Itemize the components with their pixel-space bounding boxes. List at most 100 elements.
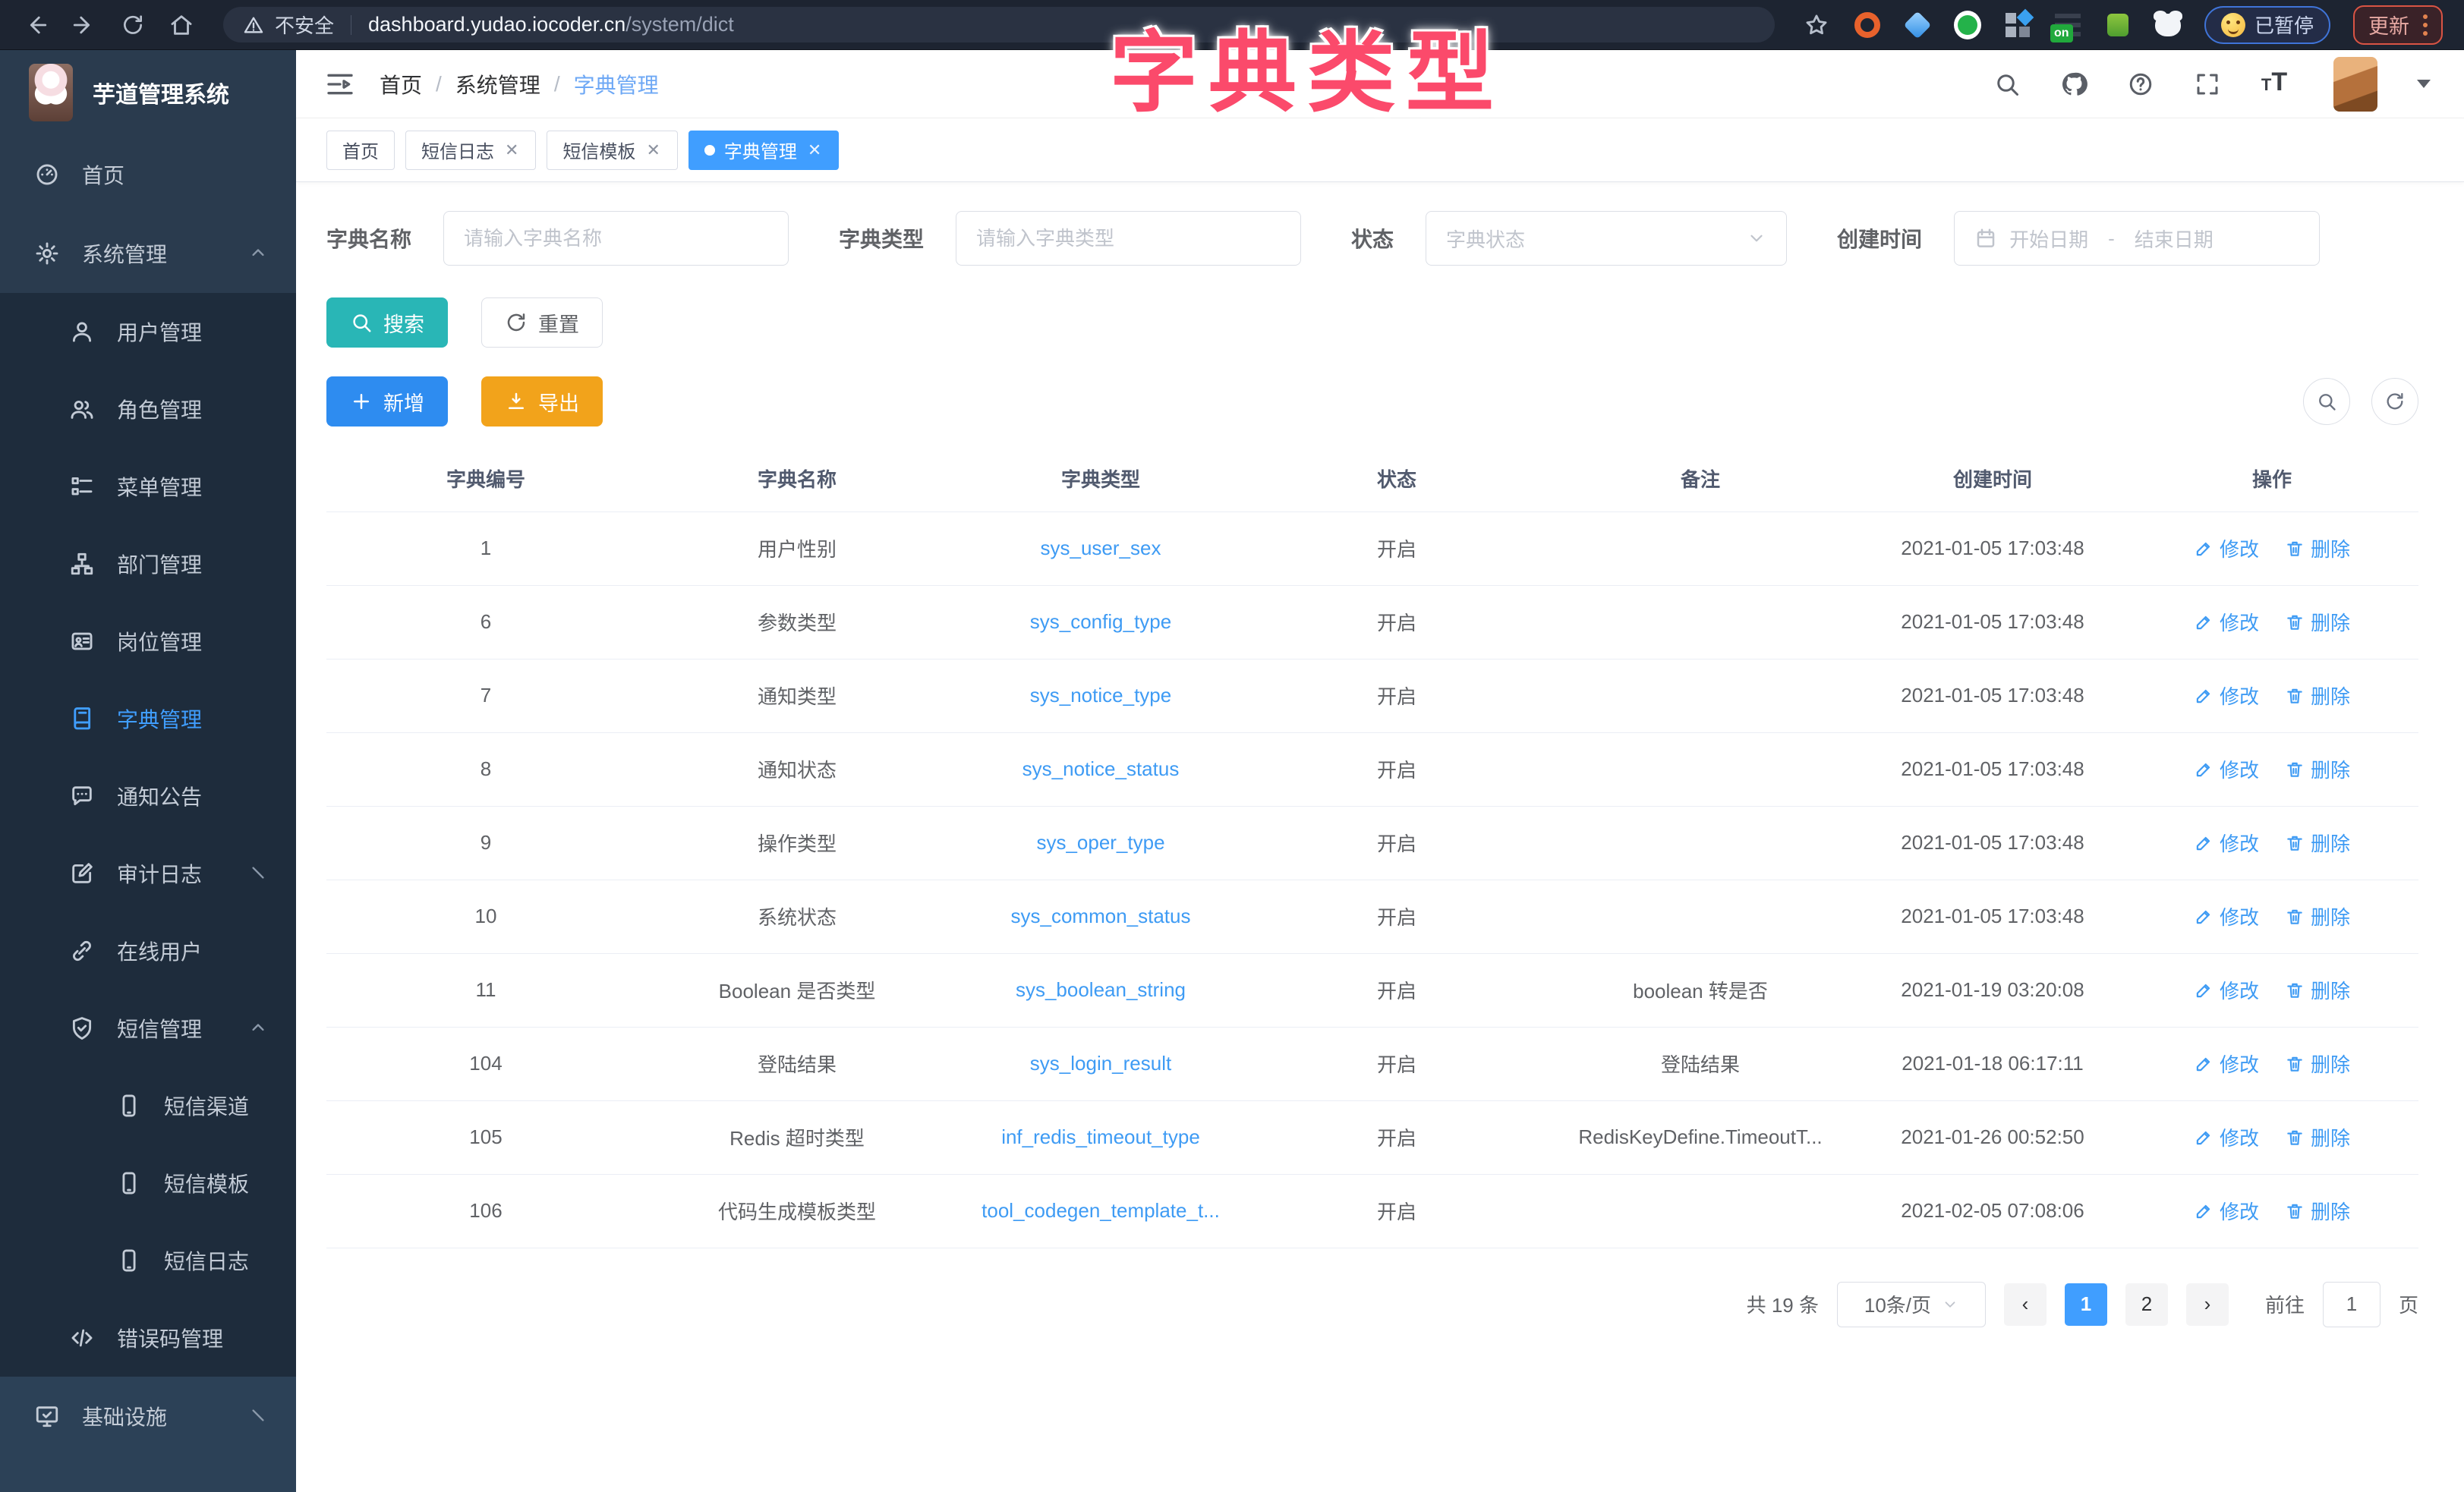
prev-page-button[interactable]: ‹ xyxy=(2004,1283,2047,1326)
cell-type-link[interactable]: sys_notice_type xyxy=(949,659,1252,732)
close-tab-icon[interactable]: ✕ xyxy=(806,140,823,160)
edit-link[interactable]: 修改 xyxy=(2194,1197,2259,1225)
sidebar-item-15[interactable]: 错误码管理 xyxy=(0,1299,296,1377)
extension-gem-icon[interactable] xyxy=(1904,11,1931,39)
extension-on-badge-icon[interactable]: on xyxy=(2054,11,2081,39)
edit-link[interactable]: 修改 xyxy=(2194,902,2259,930)
sidebar-item-13[interactable]: 短信模板 xyxy=(0,1144,296,1222)
github-icon[interactable] xyxy=(2057,68,2091,101)
cell-type-link[interactable]: inf_redis_timeout_type xyxy=(949,1100,1252,1174)
dict-type-input[interactable] xyxy=(956,211,1301,266)
cell-type-link[interactable]: sys_config_type xyxy=(949,585,1252,659)
sidebar-item-1[interactable]: 系统管理 xyxy=(0,214,296,293)
cell-type-link[interactable]: sys_common_status xyxy=(949,880,1252,953)
extension-grid-icon[interactable] xyxy=(2004,11,2031,39)
sidebar-item-3[interactable]: 角色管理 xyxy=(0,370,296,448)
dict-name-input[interactable] xyxy=(443,211,789,266)
delete-link[interactable]: 删除 xyxy=(2285,976,2350,1004)
forward-icon[interactable] xyxy=(70,11,99,39)
next-page-button[interactable]: › xyxy=(2186,1283,2229,1326)
sidebar-item-4[interactable]: 菜单管理 xyxy=(0,448,296,525)
reload-icon[interactable] xyxy=(118,11,147,39)
sidebar-item-9[interactable]: 审计日志 xyxy=(0,835,296,912)
table-row[interactable]: 8 通知状态 sys_notice_status 开启 2021-01-05 1… xyxy=(326,732,2418,806)
edit-link[interactable]: 修改 xyxy=(2194,829,2259,857)
delete-link[interactable]: 删除 xyxy=(2285,755,2350,783)
page-size-select[interactable]: 10条/页 xyxy=(1837,1282,1986,1327)
cell-type-link[interactable]: sys_user_sex xyxy=(949,511,1252,585)
extension-green-circle-icon[interactable] xyxy=(1954,11,1981,39)
table-row[interactable]: 7 通知类型 sys_notice_type 开启 2021-01-05 17:… xyxy=(326,659,2418,732)
delete-link[interactable]: 删除 xyxy=(2285,902,2350,930)
browser-menu-icon[interactable] xyxy=(2423,14,2428,36)
sidebar-item-10[interactable]: 在线用户 xyxy=(0,912,296,990)
address-bar[interactable]: 不安全 dashboard.yudao.iocoder.cn/system/di… xyxy=(223,7,1775,42)
sidebar-item-2[interactable]: 用户管理 xyxy=(0,293,296,370)
table-row[interactable]: 104 登陆结果 sys_login_result 开启 登陆结果 2021-0… xyxy=(326,1027,2418,1100)
tag-tab-0[interactable]: 首页 xyxy=(326,131,395,170)
delete-link[interactable]: 删除 xyxy=(2285,1197,2350,1225)
extension-paw-icon[interactable] xyxy=(2154,11,2182,39)
goto-page-input[interactable] xyxy=(2323,1282,2381,1327)
sidebar-item-16[interactable]: 基础设施 xyxy=(0,1377,296,1456)
extension-target-icon[interactable] xyxy=(1854,11,1881,39)
delete-link[interactable]: 删除 xyxy=(2285,681,2350,710)
status-select[interactable]: 字典状态 xyxy=(1426,211,1787,266)
cell-type-link[interactable]: tool_codegen_template_t... xyxy=(949,1174,1252,1248)
export-button[interactable]: 导出 xyxy=(481,376,603,427)
edit-link[interactable]: 修改 xyxy=(2194,755,2259,783)
paused-extension-pill[interactable]: 已暂停 xyxy=(2204,6,2330,44)
search-button[interactable]: 搜索 xyxy=(326,297,448,348)
close-tab-icon[interactable]: ✕ xyxy=(503,140,520,160)
delete-link[interactable]: 删除 xyxy=(2285,608,2350,636)
table-row[interactable]: 106 代码生成模板类型 tool_codegen_template_t... … xyxy=(326,1174,2418,1248)
help-icon[interactable] xyxy=(2124,68,2157,101)
tag-tab-2[interactable]: 短信模板✕ xyxy=(547,131,677,170)
edit-link[interactable]: 修改 xyxy=(2194,1050,2259,1078)
fullscreen-icon[interactable] xyxy=(2191,68,2224,101)
close-tab-icon[interactable]: ✕ xyxy=(644,140,661,160)
font-size-icon[interactable]: TT xyxy=(2258,68,2291,101)
collapse-sidebar-icon[interactable] xyxy=(323,68,357,101)
sidebar-item-5[interactable]: 部门管理 xyxy=(0,525,296,603)
edit-link[interactable]: 修改 xyxy=(2194,608,2259,636)
edit-link[interactable]: 修改 xyxy=(2194,976,2259,1004)
table-row[interactable]: 10 系统状态 sys_common_status 开启 2021-01-05 … xyxy=(326,880,2418,953)
reset-button[interactable]: 重置 xyxy=(481,297,603,348)
page-button-2[interactable]: 2 xyxy=(2125,1283,2168,1326)
sidebar-item-7[interactable]: 字典管理 xyxy=(0,680,296,757)
delete-link[interactable]: 删除 xyxy=(2285,829,2350,857)
edit-link[interactable]: 修改 xyxy=(2194,681,2259,710)
sidebar-item-14[interactable]: 短信日志 xyxy=(0,1222,296,1299)
refresh-table-button[interactable] xyxy=(2371,378,2418,425)
sidebar-item-12[interactable]: 短信渠道 xyxy=(0,1067,296,1144)
header-search-icon[interactable] xyxy=(1990,68,2024,101)
update-button[interactable]: 更新 xyxy=(2353,5,2443,45)
date-range-picker[interactable]: 开始日期 - 结束日期 xyxy=(1954,211,2320,266)
user-avatar[interactable] xyxy=(2333,57,2377,112)
breadcrumb-system[interactable]: 系统管理 xyxy=(455,69,540,99)
table-row[interactable]: 1 用户性别 sys_user_sex 开启 2021-01-05 17:03:… xyxy=(326,511,2418,585)
delete-link[interactable]: 删除 xyxy=(2285,534,2350,562)
user-menu-caret-icon[interactable] xyxy=(2417,80,2431,88)
sidebar-item-8[interactable]: 通知公告 xyxy=(0,757,296,835)
edit-link[interactable]: 修改 xyxy=(2194,534,2259,562)
cell-type-link[interactable]: sys_login_result xyxy=(949,1027,1252,1100)
table-row[interactable]: 9 操作类型 sys_oper_type 开启 2021-01-05 17:03… xyxy=(326,806,2418,880)
table-row[interactable]: 105 Redis 超时类型 inf_redis_timeout_type 开启… xyxy=(326,1100,2418,1174)
tag-tab-3[interactable]: 字典管理✕ xyxy=(688,131,839,170)
sidebar-item-0[interactable]: 首页 xyxy=(0,135,296,214)
add-button[interactable]: 新增 xyxy=(326,376,448,427)
table-row[interactable]: 11 Boolean 是否类型 sys_boolean_string 开启 bo… xyxy=(326,953,2418,1027)
bookmark-star-icon[interactable] xyxy=(1802,11,1831,39)
edit-link[interactable]: 修改 xyxy=(2194,1123,2259,1151)
back-icon[interactable] xyxy=(21,11,50,39)
cell-type-link[interactable]: sys_oper_type xyxy=(949,806,1252,880)
show-search-toggle-button[interactable] xyxy=(2303,378,2350,425)
tag-tab-1[interactable]: 短信日志✕ xyxy=(405,131,536,170)
cell-type-link[interactable]: sys_boolean_string xyxy=(949,953,1252,1027)
delete-link[interactable]: 删除 xyxy=(2285,1123,2350,1151)
home-icon[interactable] xyxy=(167,11,196,39)
table-row[interactable]: 6 参数类型 sys_config_type 开启 2021-01-05 17:… xyxy=(326,585,2418,659)
cell-type-link[interactable]: sys_notice_status xyxy=(949,732,1252,806)
